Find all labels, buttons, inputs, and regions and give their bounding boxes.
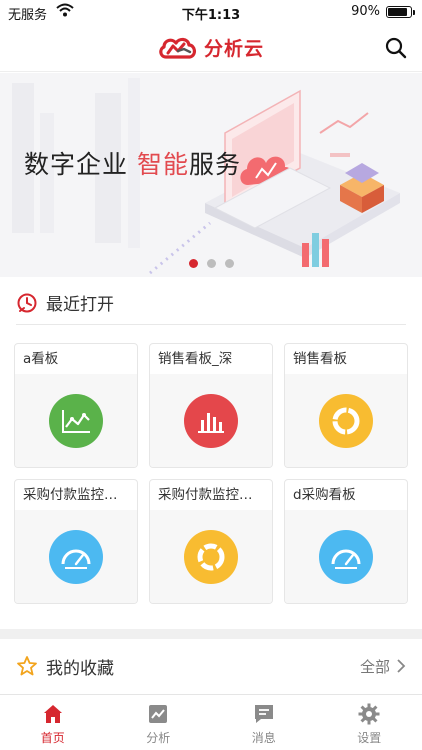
tab-settings[interactable]: 设置 <box>317 695 422 750</box>
bar-chart-icon <box>184 393 238 448</box>
dashboard-card[interactable]: 销售看板_深 <box>149 343 273 468</box>
bottom-tab-bar: 首页 分析 消息 设置 <box>0 694 422 750</box>
status-bar: 无服务 下午1:13 90% <box>0 0 422 24</box>
gauge-icon <box>319 529 373 584</box>
home-icon <box>43 705 62 723</box>
dashboard-card[interactable]: d采购看板 <box>284 479 408 604</box>
search-button[interactable] <box>384 36 408 60</box>
carousel-dot[interactable] <box>188 259 198 268</box>
dashboard-card[interactable]: a看板 <box>14 343 138 468</box>
battery-percentage: 90% <box>351 4 380 19</box>
battery-icon <box>386 6 415 18</box>
analysis-icon <box>149 705 168 723</box>
tab-analysis[interactable]: 分析 <box>106 695 212 750</box>
nav-bar: 分析云 <box>0 24 422 72</box>
search-icon <box>385 37 407 59</box>
star-icon <box>17 656 37 676</box>
promo-banner[interactable]: 数字企业 智能服务 <box>0 73 422 277</box>
dashboard-card-title: 销售看板_深 <box>158 351 233 367</box>
recent-section-header: 最近打开 <box>16 285 406 325</box>
section-divider <box>0 629 422 639</box>
app-screen: 无服务 下午1:13 90% 分析云 数字企业 智能服务 最近打开 a看板 销售… <box>0 0 422 750</box>
favorites-section-header: 我的收藏 全部 <box>16 646 406 686</box>
dashboard-card-title: 采购付款监控看板 <box>23 487 131 503</box>
dashboard-card-title: a看板 <box>23 351 59 367</box>
settings-gear-icon <box>358 703 380 725</box>
dashboard-card-title: 销售看板 <box>293 351 347 367</box>
tab-home[interactable]: 首页 <box>0 695 106 750</box>
message-icon <box>254 705 273 723</box>
cloud-logo-icon <box>159 37 196 59</box>
tab-messages-label: 消息 <box>251 731 276 745</box>
banner-title: 数字企业 智能服务 <box>24 145 241 181</box>
view-all-favorites-link[interactable]: 全部 <box>360 656 406 677</box>
dashboard-card[interactable]: 销售看板 <box>284 343 408 468</box>
clock-icon <box>17 293 37 312</box>
dashboard-card-title: d采购看板 <box>293 487 356 503</box>
view-all-label: 全部 <box>359 657 390 676</box>
tab-home-label: 首页 <box>40 731 65 745</box>
carousel-dot[interactable] <box>206 259 216 268</box>
tab-settings-label: 设置 <box>357 731 382 745</box>
favorites-title: 我的收藏 <box>46 658 114 679</box>
app-logo: 分析云 <box>0 34 422 61</box>
dashboard-card[interactable]: 采购付款监控看... <box>149 479 273 604</box>
banner-title-prefix: 数字企业 <box>24 150 137 179</box>
dashboard-card[interactable]: 采购付款监控看板 <box>14 479 138 604</box>
chevron-right-icon <box>397 659 406 673</box>
donut-chart-icon <box>184 529 238 584</box>
donut-chart-icon <box>319 393 373 448</box>
banner-title-highlight: 智能 <box>136 150 189 179</box>
recent-title: 最近打开 <box>46 295 114 315</box>
dashboard-card-title: 采购付款监控看... <box>158 487 266 503</box>
banner-title-suffix: 服务 <box>188 150 241 179</box>
recent-dashboard-grid: a看板 销售看板_深 销售看板 采购付款监控看板 采购付款监控看... d采购看… <box>14 343 408 604</box>
gauge-icon <box>49 529 103 584</box>
app-name: 分析云 <box>203 38 264 60</box>
carousel-indicator[interactable] <box>0 259 422 268</box>
tab-analysis-label: 分析 <box>146 731 171 745</box>
tab-messages[interactable]: 消息 <box>211 695 317 750</box>
carousel-dot[interactable] <box>224 259 234 268</box>
line-chart-icon <box>49 393 103 448</box>
